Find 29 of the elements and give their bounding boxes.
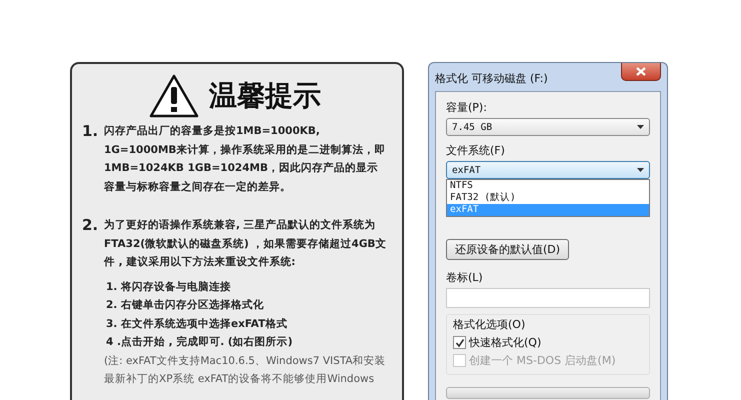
filesystem-option[interactable]: NTFS (447, 180, 649, 192)
caret-icon (637, 125, 644, 129)
checkbox[interactable] (453, 336, 466, 349)
filesystem-label: 文件系统(F) (446, 143, 505, 158)
notice-title: 温馨提示 (209, 78, 321, 114)
note-text: (注: exFAT文件支持Mac10.6.5、Windows7 VISTA和安装最新补丁的XP系统 exFAT的设备将不能够使用Windows (104, 354, 387, 387)
checkbox-label: 创建一个 MS-DOS 启动盘(M) (469, 353, 616, 368)
step-text: 2. 右键单击闪存分区选择格式化 (106, 298, 265, 313)
capacity-dropdown[interactable]: 7.45 GB (446, 118, 650, 136)
warning-icon (149, 74, 199, 118)
capacity-label: 容量(P): (446, 100, 487, 115)
window-title: 格式化 可移动磁盘 (F:) (435, 71, 548, 86)
checkbox-label: 快速格式化(Q) (469, 335, 542, 350)
step-text: 3. 在文件系统选项中选择exFAT格式 (106, 316, 288, 332)
volume-label-field[interactable] (446, 288, 650, 308)
filesystem-option[interactable]: FAT32 (默认) (447, 192, 649, 204)
close-button[interactable] (621, 63, 661, 81)
notice-paragraph: 为了更好的语操作系统兼容, 三星产品默认的文件系统为FTA32(微软默认的磁盘系统) ，如果需要存储超过4GB文件 , 建议采用以下方法来重设文件系统: (104, 218, 388, 270)
volume-label: 卷标(L) (446, 270, 483, 285)
step-text: 1. 将闪存设备与电脑连接 (106, 280, 232, 294)
format-options-title: 格式化选项(O) (453, 317, 526, 332)
filesystem-dropdown[interactable]: exFAT (446, 161, 650, 179)
close-icon (636, 67, 646, 76)
notice-paragraph: 闪存产品出厂的容量多是按1MB=1000KB, 1G=1000MB来计算，操作系统采用的是二进制算法，即1MB=1024KB 1GB=1024MB，因此闪存产品的显示容量与标称容量之间存在一定的差异。 (104, 124, 386, 194)
restore-defaults-button[interactable]: 还原设备的默认值(D) (446, 239, 570, 260)
item-number: 1. (82, 122, 100, 142)
step-text: 4 .点击开始 , 完成即可. (如右图所示) (106, 334, 294, 350)
caret-icon (637, 168, 644, 172)
item-number: 2. (82, 216, 100, 236)
